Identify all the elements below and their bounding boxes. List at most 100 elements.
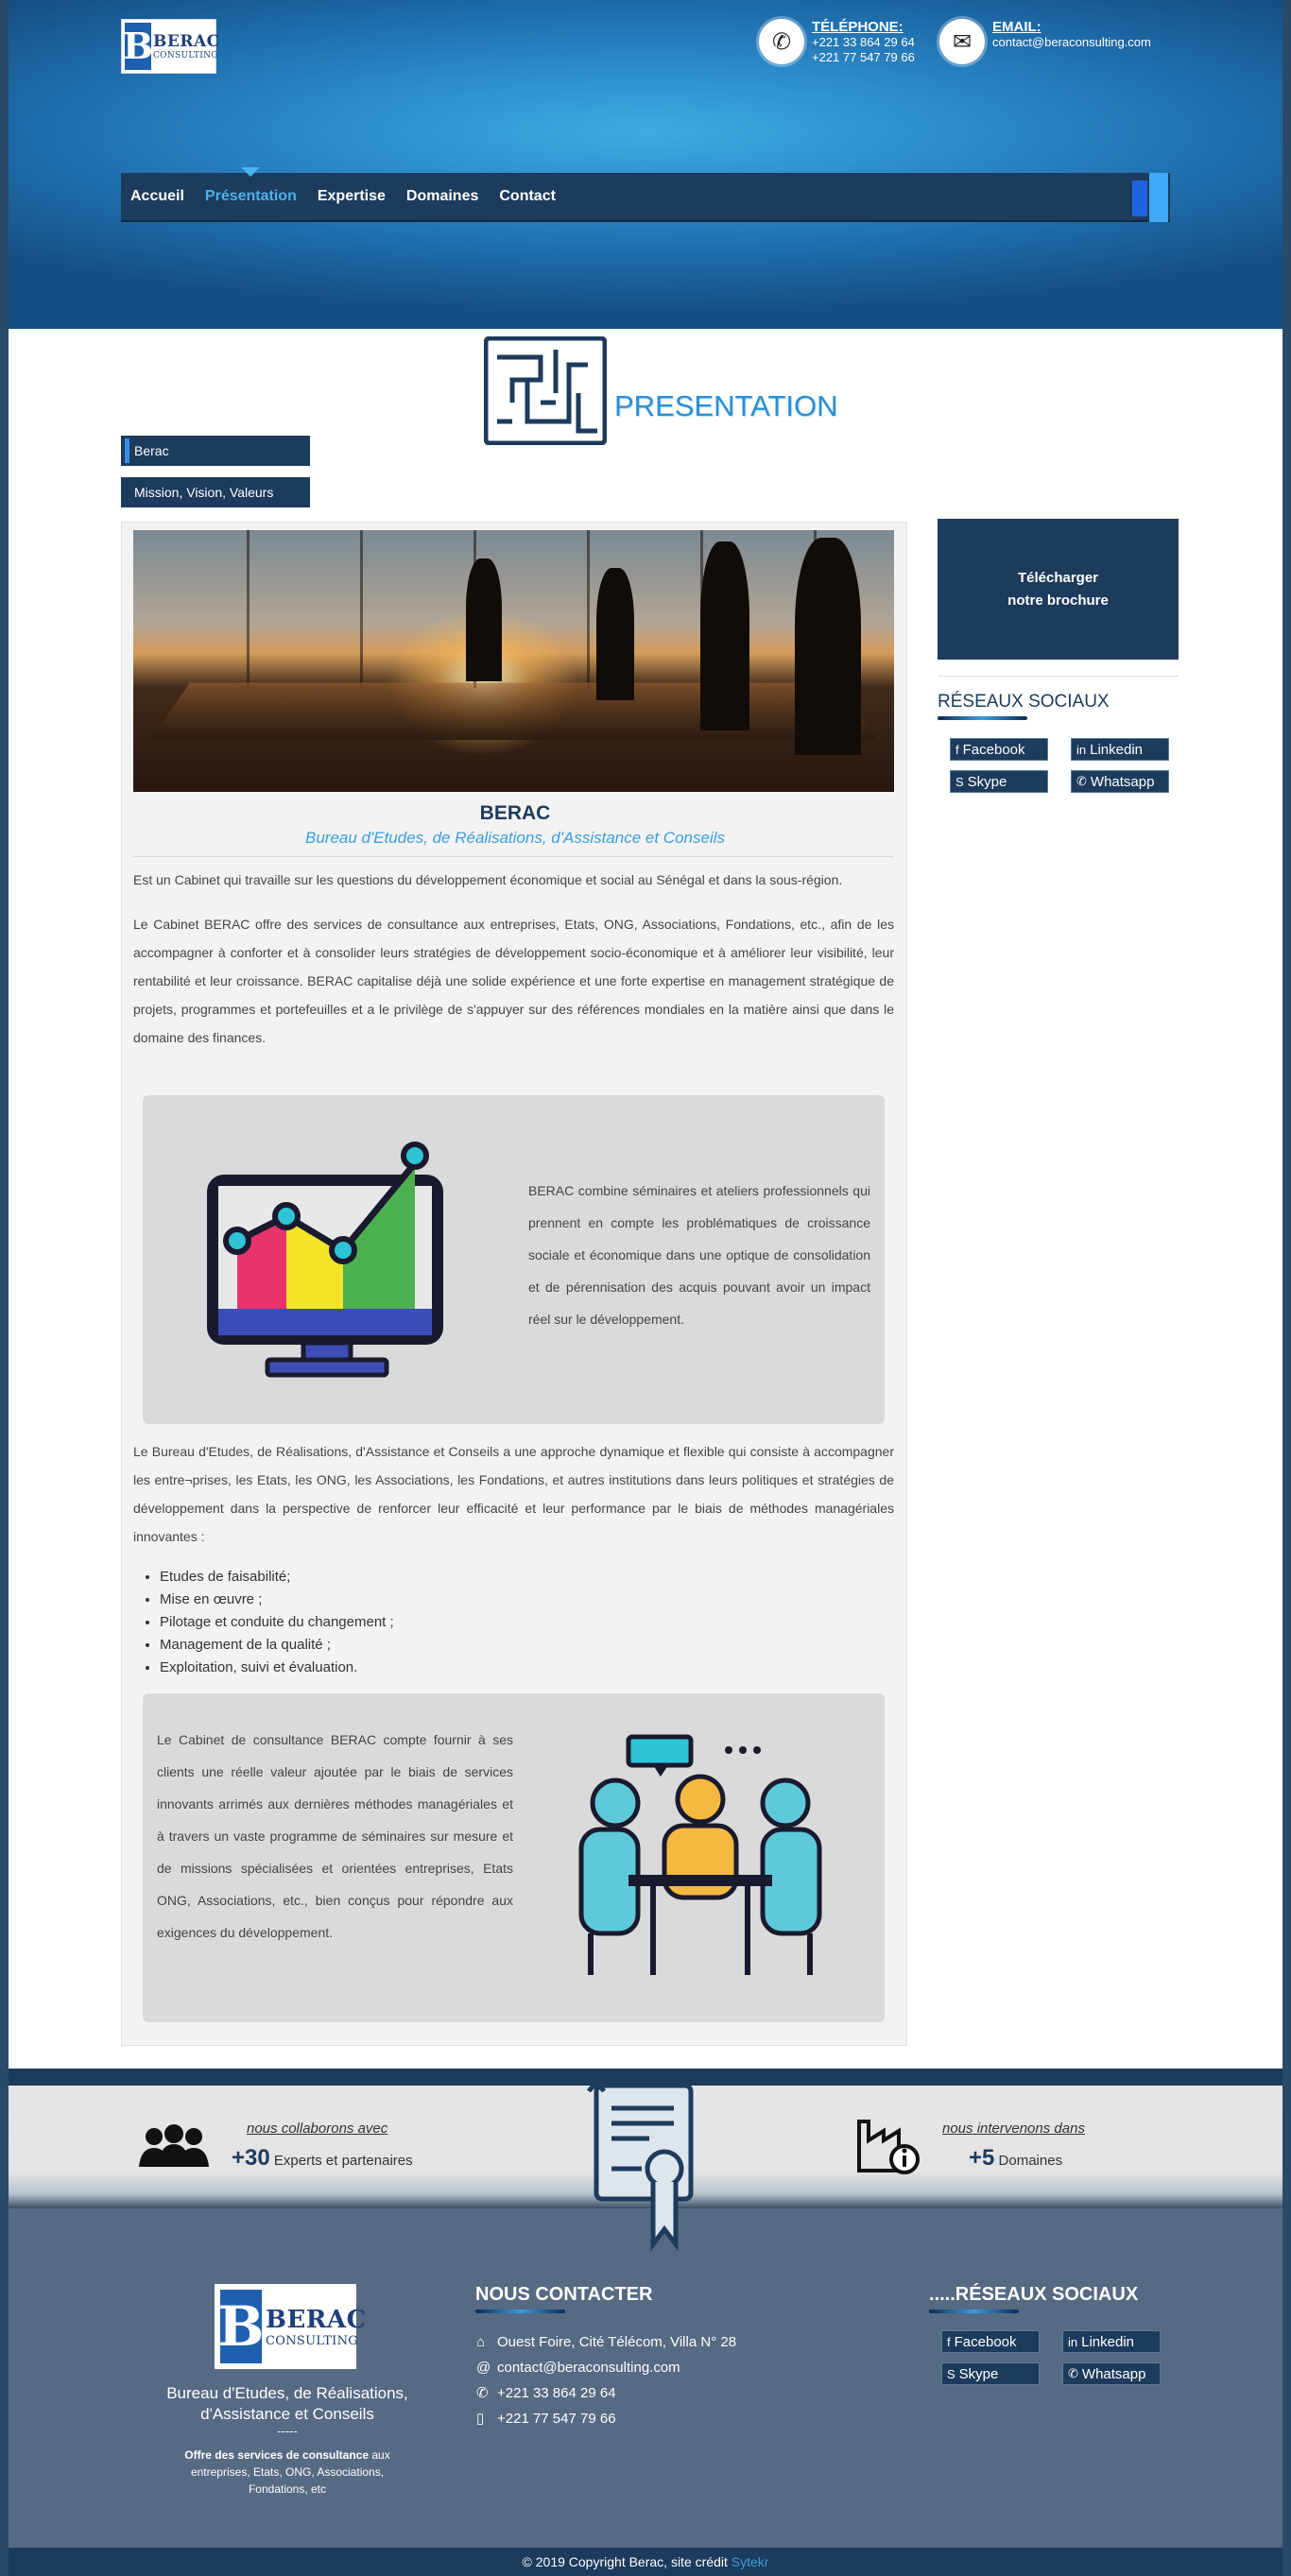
footer-linkedin-button[interactable]: in Linkedin (1062, 2330, 1161, 2353)
tab-berac[interactable]: Berac (121, 436, 310, 466)
footer-logo-letter: B (217, 2290, 265, 2363)
nav-domaines[interactable]: Domaines (406, 188, 478, 205)
whatsapp-icon: ✆ (1068, 2366, 1078, 2380)
whatsapp-button[interactable]: ✆ Whatsapp (1071, 770, 1169, 793)
credit-link[interactable]: Sytekr (732, 2554, 769, 2569)
stat-left-number: +30 (232, 2145, 270, 2171)
factory-icon (857, 2120, 920, 2174)
facebook-icon: f (955, 742, 959, 757)
sidebar-social-links: f Facebook in Linkedin S Skype ✆ Whatsapp (950, 738, 1169, 793)
footer-offer: Offre des services de consultance aux en… (184, 2448, 390, 2496)
stat-left-value: +30 Experts et partenaires (232, 2145, 413, 2172)
stat-left-caption: nous collaborons avec (247, 2121, 388, 2137)
linkedin-icon: in (1076, 742, 1087, 757)
nav-toggle-button[interactable] (1132, 180, 1147, 216)
footer-contact-title: NOUS CONTACTER (475, 2284, 653, 2313)
footer-logo[interactable]: B BERAC CONSULTING (215, 2284, 366, 2369)
seminar-text: BERAC combine séminaires et ateliers pro… (528, 1183, 870, 1327)
footer-skype-button[interactable]: S Skype (941, 2362, 1040, 2385)
copyright-text: © 2019 Copyright Berac, site crédit (522, 2554, 732, 2569)
phone-icon: ✆ (476, 2385, 489, 2401)
approach-paragraph: Le Bureau d'Etudes, de Réalisations, d'A… (133, 1444, 894, 1544)
logo-line2: CONSULTING (153, 51, 218, 60)
phone-title: TÉLÉPHONE: (812, 19, 904, 35)
card-title: BERAC (479, 802, 551, 824)
logo-line1: BERAC (153, 32, 220, 51)
nav-expertise[interactable]: Expertise (318, 188, 386, 205)
page-title-area: PRESENTATION Berac Mission, Vision, Vale… (9, 329, 1282, 507)
stat-right-value: +5 Domaines (969, 2145, 1062, 2172)
logo-letter: B (123, 23, 153, 70)
nav-toggle-bar[interactable] (1149, 173, 1168, 222)
tab-mission[interactable]: Mission, Vision, Valeurs (121, 477, 310, 507)
growth-chart-icon (207, 1142, 443, 1378)
services-paragraph: Le Cabinet BERAC offre des services de c… (133, 917, 894, 1045)
email-value[interactable]: contact@beraconsulting.com (992, 35, 1151, 50)
section-tabs: Berac Mission, Vision, Valeurs (121, 436, 310, 519)
linkedin-button[interactable]: in Linkedin (1071, 738, 1169, 761)
footer-social-links: f Facebook in Linkedin S Skype ✆ Whatsapp (941, 2330, 1161, 2385)
facebook-icon: f (947, 2334, 951, 2349)
value-panel: Le Cabinet de consultance BERAC compte f… (143, 1693, 885, 2022)
stat-left-unit: Experts et partenaires (273, 2153, 413, 2169)
nav-presentation[interactable]: Présentation (205, 167, 297, 205)
nav-accueil[interactable]: Accueil (130, 188, 184, 205)
skype-icon: S (947, 2366, 955, 2381)
footer-social-title: .....RÉSEAUX SOCIAUX (929, 2284, 1139, 2313)
download-brochure-button[interactable]: Télécharger notre brochure (938, 519, 1179, 660)
mail-icon: ✉ (939, 19, 985, 64)
value-text: Le Cabinet de consultance BERAC compte f… (157, 1732, 513, 1940)
list-item: Pilotage et conduite du changement ; (160, 1611, 394, 1634)
list-item: Management de la qualité ; (160, 1634, 394, 1657)
card-subtitle: Bureau d'Etudes, de Réalisations, d'Assi… (304, 829, 726, 847)
footer-address: Ouest Foire, Cité Télécom, Villa N° 28 (497, 2334, 737, 2350)
seminar-panel: BERAC combine séminaires et ateliers pro… (143, 1095, 885, 1424)
list-item: Exploitation, suivi et évaluation. (160, 1657, 394, 1679)
sidebar-divider (938, 676, 1179, 677)
card-divider (133, 856, 894, 857)
sidebar-social-title: RÉSEAUX SOCIAUX (938, 692, 1110, 720)
copyright-bar: © 2019 Copyright Berac, site crédit Syte… (9, 2548, 1282, 2576)
whatsapp-icon: ✆ (1076, 774, 1087, 788)
team-meeting-icon (578, 1734, 822, 1975)
phone-line-2[interactable]: +221 77 547 79 66 (812, 50, 915, 65)
skype-button[interactable]: S Skype (950, 770, 1048, 793)
at-icon: @ (476, 2360, 491, 2376)
site-logo[interactable]: B BERAC CONSULTING (121, 19, 219, 74)
mobile-icon: ▯ (476, 2411, 485, 2427)
footer-phone-1[interactable]: +221 33 864 29 64 (497, 2385, 616, 2401)
footer-whatsapp-button[interactable]: ✆ Whatsapp (1062, 2362, 1161, 2385)
linkedin-icon: in (1068, 2334, 1078, 2349)
facebook-button[interactable]: f Facebook (950, 738, 1048, 761)
footer-logo-line2: CONSULTING (266, 2333, 358, 2348)
content-card: BERAC Bureau d'Etudes, de Réalisations, … (121, 522, 907, 2046)
footer-contact-list: ⌂ Ouest Foire, Cité Télécom, Villa N° 28 … (476, 2329, 736, 2431)
footer-logo-line1: BERAC (266, 2305, 367, 2334)
site-footer: B BERAC CONSULTING Bureau d'Etudes, de R… (9, 2208, 1282, 2548)
brochure-label: Télécharger notre brochure (1007, 569, 1109, 609)
site-header: B BERAC CONSULTING ✆ TÉLÉPHONE: +221 33 … (9, 0, 1282, 329)
stat-right-number: +5 (969, 2145, 995, 2171)
page-title: PRESENTATION (614, 389, 838, 422)
home-icon: ⌂ (476, 2334, 486, 2350)
certificate-icon (586, 2083, 694, 2252)
intro-paragraph: Est un Cabinet qui travaille sur les que… (133, 872, 843, 887)
footer-email[interactable]: contact@beraconsulting.com (497, 2360, 680, 2376)
footer-facebook-button[interactable]: f Facebook (941, 2330, 1040, 2353)
page: B BERAC CONSULTING ✆ TÉLÉPHONE: +221 33 … (0, 0, 1291, 2576)
footer-phone-2[interactable]: +221 77 547 79 66 (497, 2411, 616, 2427)
methods-list: Etudes de faisabilité; Mise en œuvre ; P… (160, 1566, 394, 1679)
stat-right-unit: Domaines (998, 2153, 1063, 2169)
nav-contact[interactable]: Contact (499, 188, 556, 205)
list-item: Etudes de faisabilité; (160, 1566, 394, 1589)
phone-line-1[interactable]: +221 33 864 29 64 (812, 35, 915, 50)
maze-icon (484, 336, 607, 445)
people-icon (139, 2124, 209, 2167)
stat-right-caption: nous intervenons dans (942, 2121, 1085, 2137)
email-title: EMAIL: (992, 19, 1041, 35)
hero-image (133, 530, 894, 792)
header-email: ✉ EMAIL: contact@beraconsulting.com (939, 19, 1151, 64)
footer-separator: ----- (277, 2425, 298, 2438)
header-phone: ✆ TÉLÉPHONE: +221 33 864 29 64 +221 77 5… (759, 19, 915, 65)
main-nav: Accueil Présentation Expertise Domaines … (121, 167, 1170, 222)
